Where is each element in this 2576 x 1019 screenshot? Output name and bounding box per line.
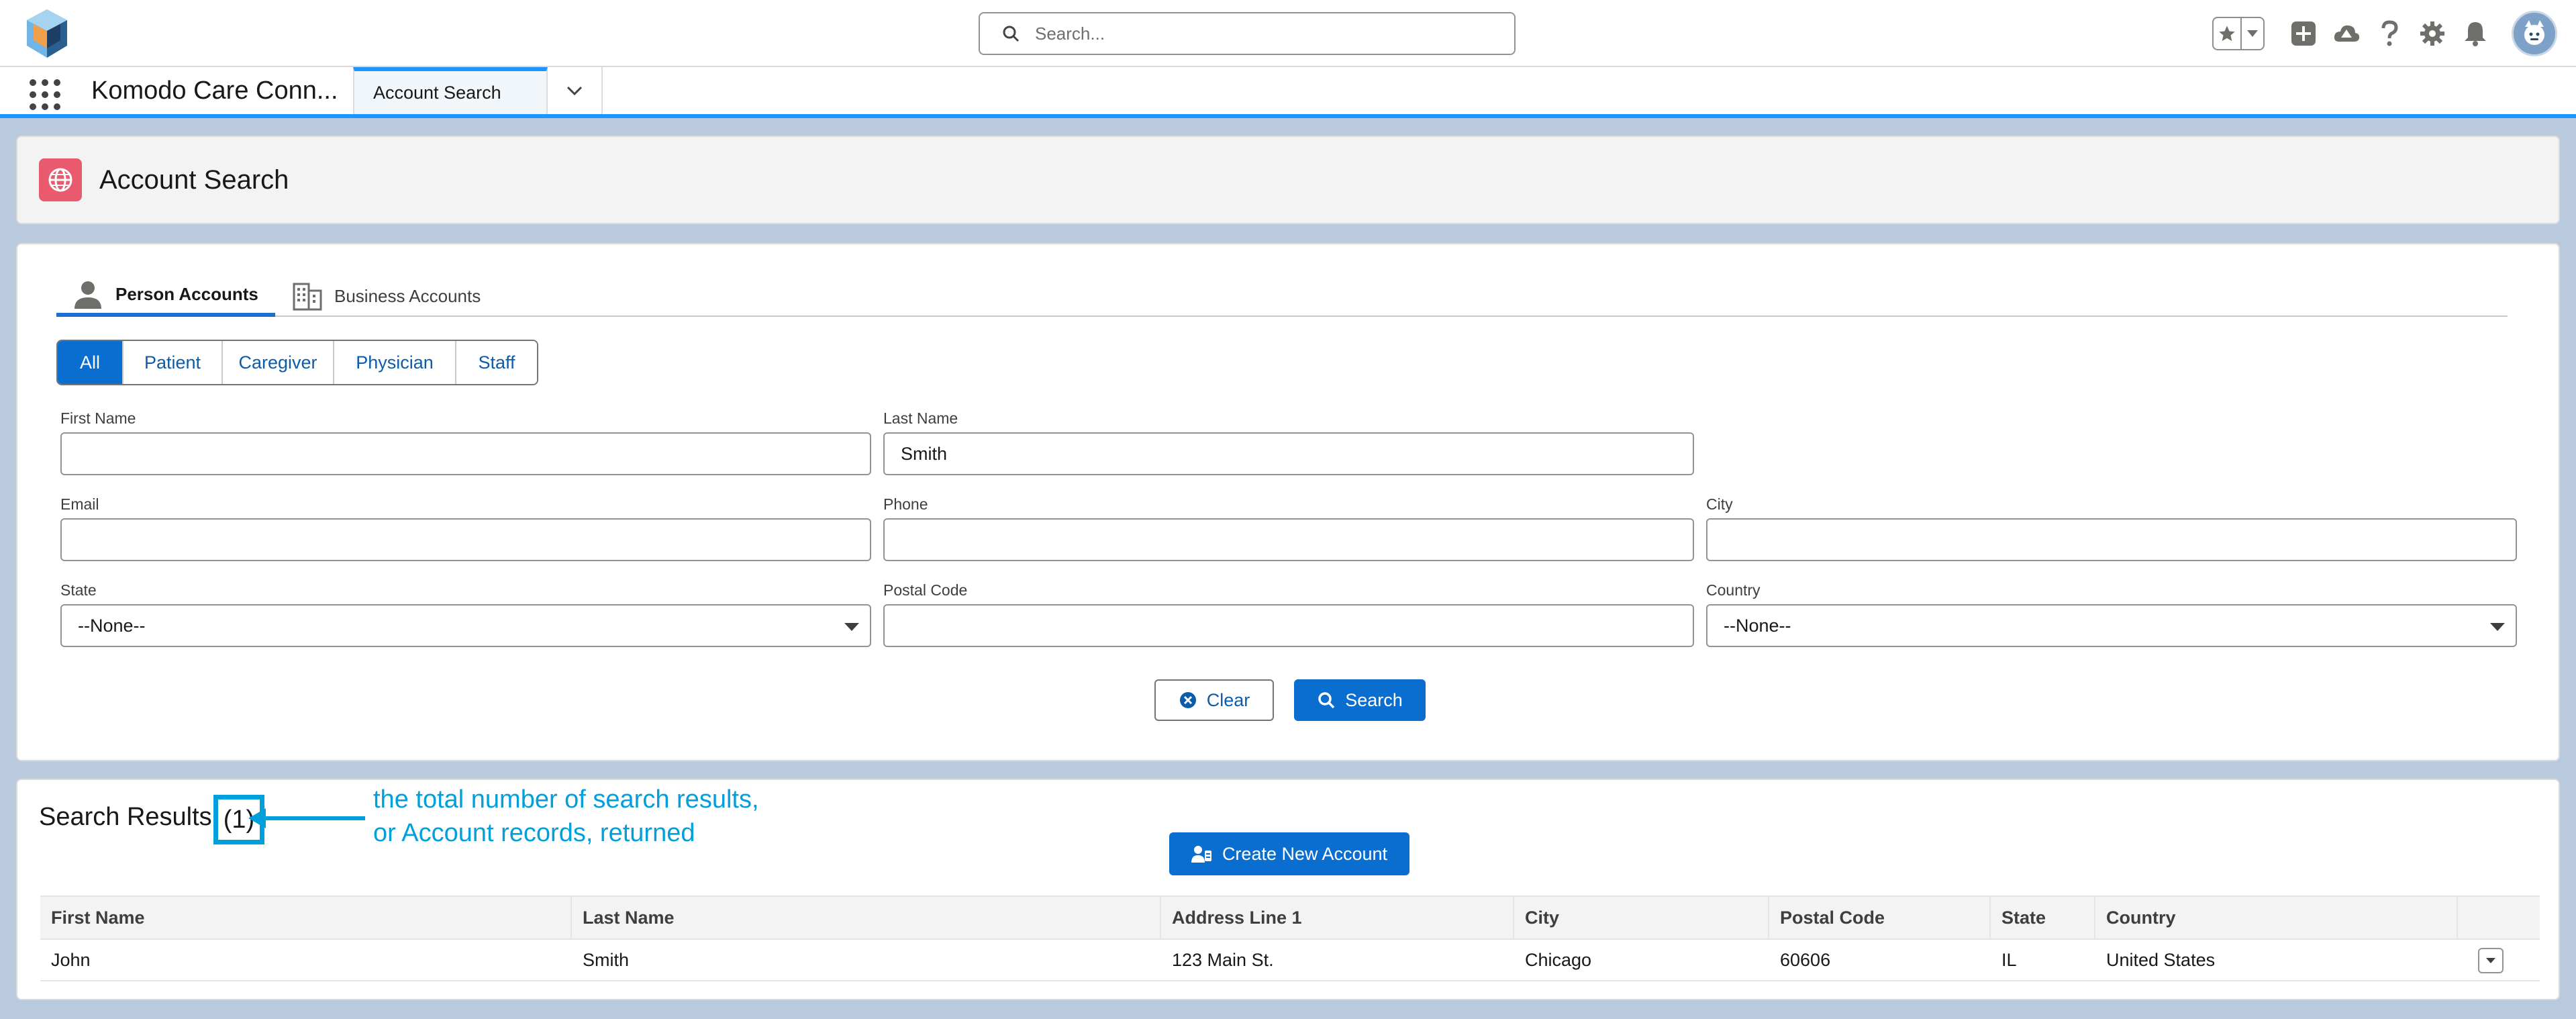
state-select-value: --None-- (78, 615, 146, 636)
country-label: Country (1706, 581, 1761, 599)
cell-state: IL (2001, 949, 2017, 970)
cell-address-line-1: 123 Main St. (1172, 949, 1274, 970)
email-field[interactable] (60, 518, 871, 561)
favorites-dropdown-icon[interactable] (2240, 18, 2263, 49)
column-header-state[interactable]: State (1991, 897, 2095, 938)
help-icon[interactable] (2373, 17, 2406, 50)
postal-code-label: Postal Code (883, 581, 968, 599)
filter-all-button[interactable]: All (58, 341, 122, 384)
favorites-star-icon[interactable] (2214, 18, 2240, 49)
notifications-bell-icon[interactable] (2459, 17, 2491, 50)
account-role-filter: All Patient Caregiver Physician Staff (56, 340, 538, 385)
column-header-country[interactable]: Country (2095, 897, 2458, 938)
global-search-placeholder: Search... (1035, 23, 1105, 44)
annotation-line-2: or Account records, returned (373, 819, 695, 847)
column-header-last-name[interactable]: Last Name (572, 897, 1161, 938)
city-label: City (1706, 495, 1733, 513)
search-results-title: Search Results (39, 803, 212, 831)
building-icon (293, 283, 322, 311)
column-header-address-line-1[interactable]: Address Line 1 (1161, 897, 1514, 938)
user-avatar[interactable] (2512, 11, 2557, 56)
global-header: Search... (0, 0, 2576, 67)
cell-first-name: John (51, 949, 91, 970)
row-actions-dropdown-icon[interactable] (2478, 948, 2504, 973)
favorites-group (2212, 17, 2265, 50)
city-field[interactable] (1706, 518, 2517, 561)
state-select[interactable]: --None-- (60, 604, 871, 647)
first-name-label: First Name (60, 409, 136, 427)
globe-icon (39, 158, 82, 201)
filter-staff-button[interactable]: Staff (455, 341, 537, 384)
cell-city: Chicago (1525, 949, 1592, 970)
last-name-label: Last Name (883, 409, 958, 427)
search-results-table: First Name Last Name Address Line 1 City… (40, 895, 2540, 981)
person-icon (75, 281, 101, 309)
caret-down-icon (2490, 623, 2505, 631)
account-type-tabs: Person Accounts Business Accounts (56, 275, 2508, 317)
clear-button[interactable]: Clear (1154, 679, 1274, 721)
state-label: State (60, 581, 97, 599)
first-name-field[interactable] (60, 432, 871, 475)
tab-account-search[interactable]: Account Search (353, 67, 548, 114)
trailhead-guidance-icon[interactable] (2330, 17, 2363, 50)
cell-last-name: Smith (583, 949, 630, 970)
page-header: Account Search (16, 136, 2560, 224)
app-launcher-icon[interactable] (30, 79, 60, 110)
filter-patient-button[interactable]: Patient (122, 341, 221, 384)
search-card: Person Accounts Business Accounts All Pa… (16, 243, 2560, 761)
last-name-field[interactable]: Smith (883, 432, 1694, 475)
header-actions (2212, 11, 2557, 56)
create-new-account-button[interactable]: Create New Account (1169, 832, 1409, 875)
annotation-arrow (248, 808, 365, 828)
clear-button-label: Clear (1206, 689, 1250, 710)
add-contact-icon (1191, 846, 1211, 863)
phone-field[interactable] (883, 518, 1694, 561)
filter-physician-button[interactable]: Physician (333, 341, 455, 384)
global-actions-plus-icon[interactable] (2287, 17, 2320, 50)
clear-x-icon (1179, 692, 1196, 708)
search-icon (1003, 26, 1020, 42)
search-button[interactable]: Search (1294, 679, 1426, 721)
app-navigation-bar: Komodo Care Conn... Account Search (0, 67, 2576, 118)
column-header-city[interactable]: City (1514, 897, 1769, 938)
tab-business-accounts[interactable]: Business Accounts (293, 275, 481, 317)
annotation-line-1: the total number of search results, (373, 785, 759, 814)
cell-country: United States (2106, 949, 2216, 970)
setup-gear-icon[interactable] (2416, 17, 2448, 50)
app-name: Komodo Care Conn... (91, 77, 338, 105)
column-header-first-name[interactable]: First Name (40, 897, 572, 938)
global-search-input[interactable]: Search... (979, 12, 1516, 55)
cell-postal-code: 60606 (1780, 949, 1831, 970)
create-new-account-label: Create New Account (1222, 843, 1388, 864)
tab-person-accounts[interactable]: Person Accounts (56, 275, 275, 317)
column-header-postal-code[interactable]: Postal Code (1769, 897, 1991, 938)
search-button-label: Search (1345, 689, 1403, 710)
search-icon (1318, 692, 1335, 709)
caret-down-icon (844, 623, 859, 631)
filter-caregiver-button[interactable]: Caregiver (221, 341, 333, 384)
country-select-value: --None-- (1724, 615, 1791, 636)
table-row[interactable]: John Smith 123 Main St. Chicago 60606 IL… (40, 940, 2540, 981)
postal-code-field[interactable] (883, 604, 1694, 647)
app-logo-icon[interactable] (24, 7, 70, 60)
phone-label: Phone (883, 495, 928, 513)
table-header-row: First Name Last Name Address Line 1 City… (40, 895, 2540, 940)
nav-more-chevron-icon[interactable] (548, 67, 603, 114)
email-label: Email (60, 495, 99, 513)
annotation-callout: the total number of search results, or A… (373, 783, 759, 850)
page-title: Account Search (99, 164, 289, 195)
tab-business-accounts-label: Business Accounts (334, 285, 481, 306)
country-select[interactable]: --None-- (1706, 604, 2517, 647)
tab-person-accounts-label: Person Accounts (115, 283, 258, 304)
